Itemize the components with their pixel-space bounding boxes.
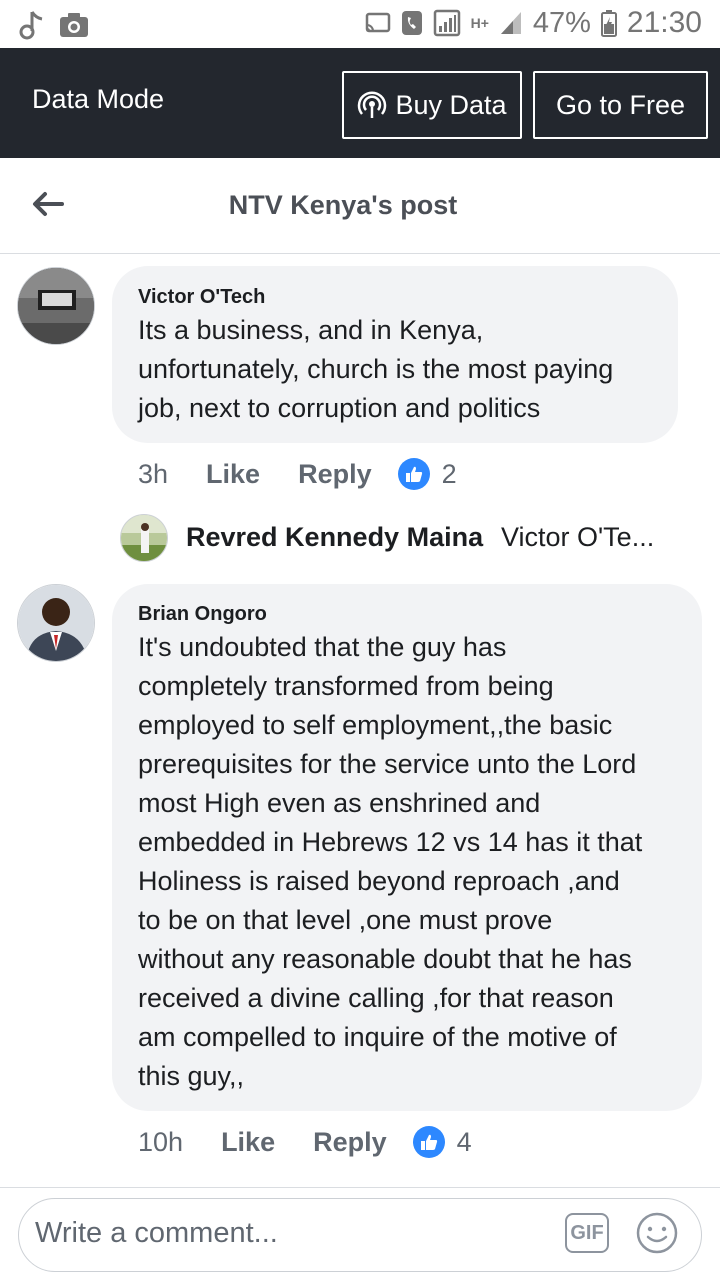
network-type-label: H+ [470, 15, 489, 31]
cast-icon [365, 12, 390, 33]
comment-line: Holiness is raised beyond reproach ,and [138, 866, 620, 896]
like-button[interactable]: Like [206, 459, 260, 490]
broadcast-icon [358, 91, 387, 118]
comment-text: Its a business, and in Kenya, unfortunat… [138, 311, 613, 428]
comment-bubble: Brian Ongoro It's undoubted that the guy… [112, 584, 702, 1111]
comment-input[interactable]: Write a comment... GIF [18, 1198, 702, 1272]
comment-input-placeholder: Write a comment... [35, 1217, 278, 1249]
comment-line: this guy,, [138, 1061, 245, 1091]
avatar[interactable] [17, 584, 95, 662]
comment-line: It's undoubted that the guy has [138, 632, 507, 662]
battery-icon [600, 10, 617, 37]
comment-time: 3h [138, 458, 169, 489]
comment-line: completely transformed from being [138, 671, 554, 701]
like-button[interactable]: Like [221, 1127, 275, 1158]
data-mode-title: Data Mode [32, 84, 165, 114]
signal-box-icon [433, 9, 460, 37]
comment-composer-bar: Write a comment... GIF [0, 1187, 720, 1280]
comment-line: job, next to corruption and politics [138, 393, 541, 423]
comment-line: unfortunately, church is the most paying [138, 354, 614, 384]
avatar[interactable] [120, 514, 168, 562]
reaction-count[interactable]: 4 [457, 1127, 472, 1158]
reply-snippet: Victor O'Te... [501, 522, 655, 552]
page-title: NTV Kenya's post [228, 190, 458, 220]
cell-signal-icon [500, 12, 521, 34]
comment-line: employed to self employment,,the basic [138, 710, 613, 740]
clock: 21:30 [626, 6, 702, 39]
music-note-icon [19, 11, 43, 40]
avatar-photo-icon [121, 515, 167, 561]
comment-time: 10h [138, 1126, 184, 1157]
phone-icon [401, 11, 422, 35]
comment-bubble: Victor O'Tech Its a business, and in Ken… [112, 266, 678, 443]
go-to-free-button[interactable]: Go to Free [533, 71, 708, 139]
reply-button[interactable]: Reply [298, 459, 372, 490]
buy-data-label: Buy Data [395, 89, 507, 120]
comment-line: prerequisites for the service unto the L… [138, 749, 637, 779]
reply-author[interactable]: Revred Kennedy Maina [186, 522, 483, 553]
comment-line: am compelled to inquire of the motive of [138, 1022, 617, 1052]
comment-line: most High even as enshrined and [138, 788, 541, 818]
avatar[interactable] [17, 267, 95, 345]
camera-icon [60, 13, 88, 37]
data-mode-bar: Data Mode Buy Data Go to Free [0, 48, 720, 158]
go-to-free-label: Go to Free [555, 89, 686, 120]
thumbs-up-icon[interactable] [412, 1126, 445, 1158]
comment-actions: 10h Like Reply 4 [138, 1126, 472, 1158]
comment-text: It's undoubted that the guy has complete… [138, 628, 642, 1096]
buy-data-button[interactable]: Buy Data [342, 71, 522, 139]
comment-line: received a divine calling ,for that reas… [138, 983, 614, 1013]
avatar-photo-icon [18, 268, 94, 344]
status-bar: H+ 47% 21:30 [0, 0, 720, 48]
comment-line: without any reasonable doubt that he has [138, 944, 632, 974]
reply-preview[interactable]: Revred Kennedy Maina Victor O'Te... [120, 512, 700, 564]
comment-actions: 3h Like Reply 2 [138, 458, 457, 490]
thumbs-up-icon[interactable] [397, 458, 430, 490]
comment-line: Its a business, and in Kenya, [138, 315, 484, 345]
comment-author[interactable]: Brian Ongoro [138, 603, 267, 626]
comment-line: to be on that level ,one must prove [138, 905, 553, 935]
gif-button[interactable]: GIF [565, 1213, 609, 1253]
comment-line: embedded in Hebrews 12 vs 14 has it that [138, 827, 643, 857]
battery-percent: 47% [532, 6, 591, 39]
post-header: NTV Kenya's post [0, 158, 720, 254]
reaction-count[interactable]: 2 [442, 459, 457, 490]
emoji-icon[interactable] [635, 1211, 679, 1255]
reply-button[interactable]: Reply [313, 1127, 387, 1158]
comment-author[interactable]: Victor O'Tech [138, 286, 265, 309]
avatar-photo-icon [18, 585, 94, 661]
